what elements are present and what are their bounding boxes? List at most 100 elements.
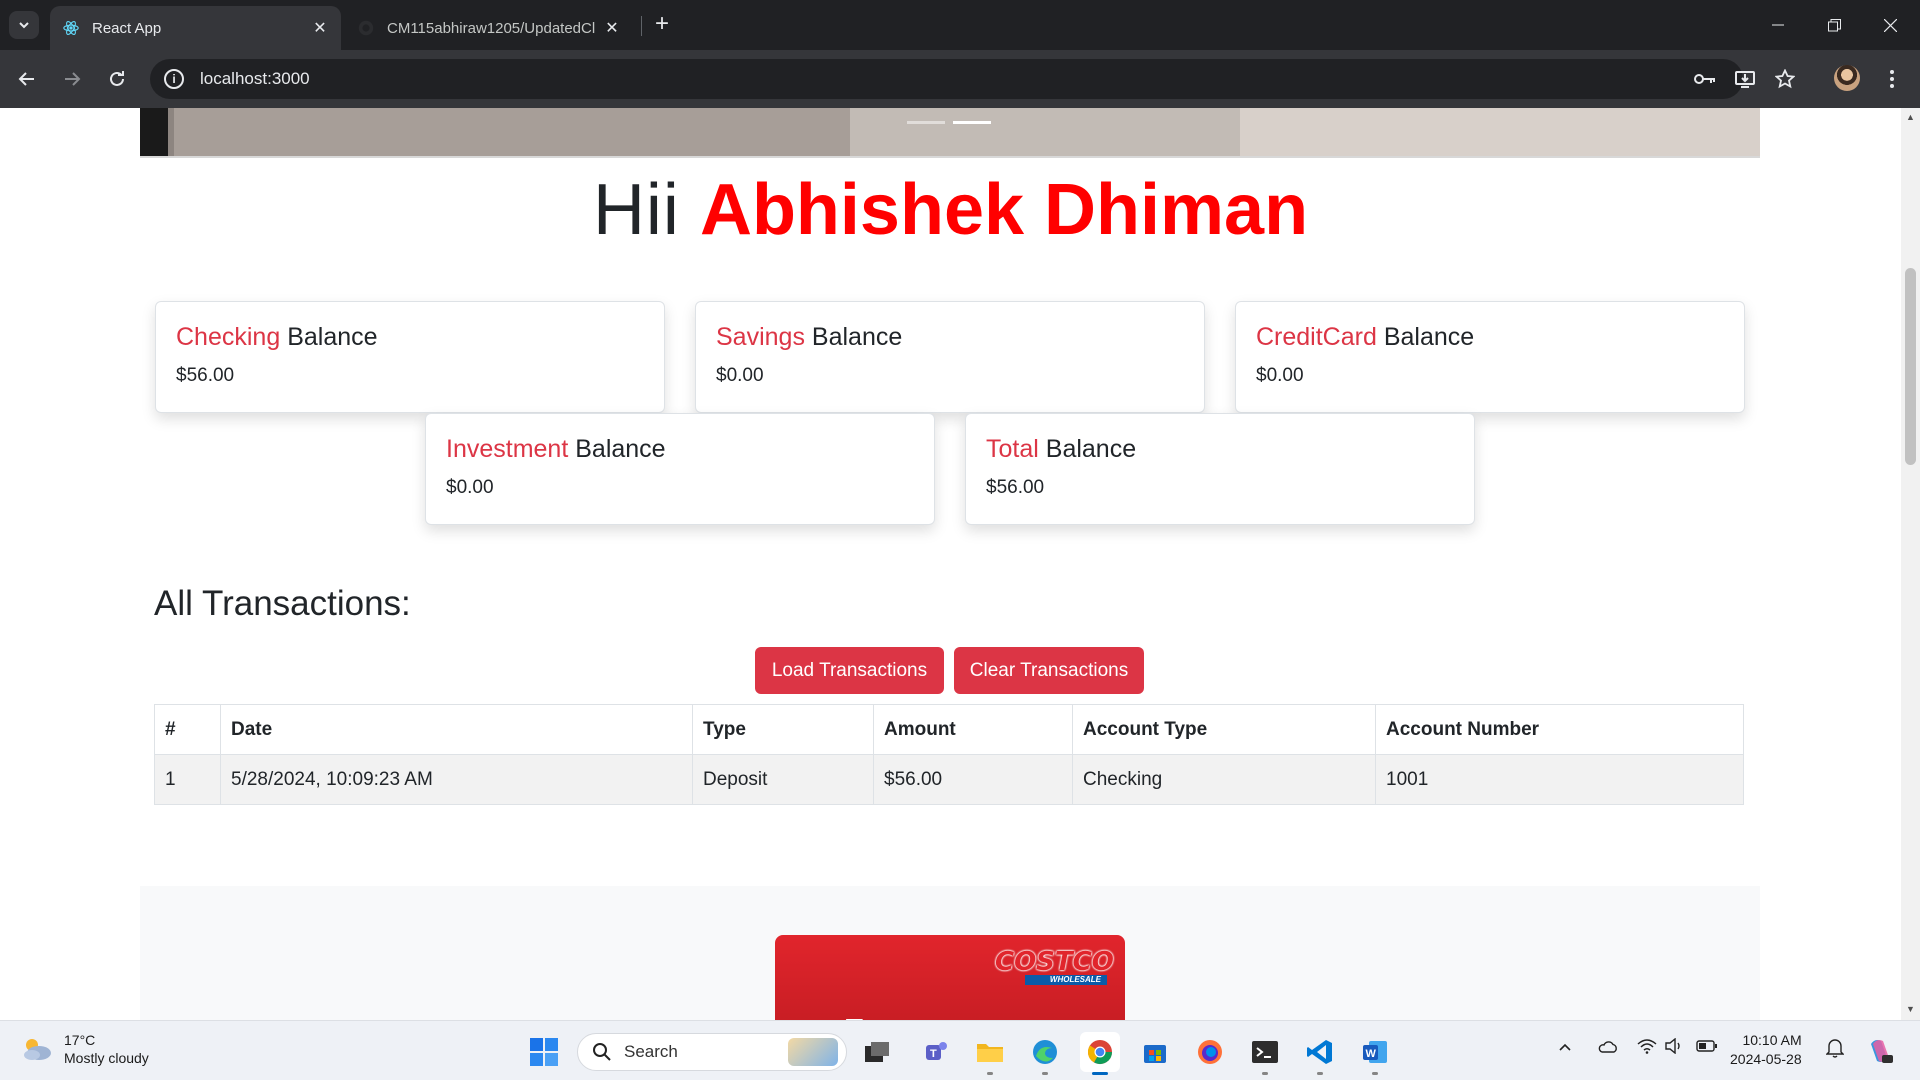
table-header-row: # Date Type Amount Account Type Account … <box>154 704 1744 755</box>
svg-text:T: T <box>930 1048 937 1060</box>
copilot-button[interactable] <box>1860 1031 1900 1071</box>
balance-amount: $0.00 <box>446 477 494 498</box>
transactions-table: # Date Type Amount Account Type Account … <box>154 704 1744 805</box>
tab-separator <box>641 16 642 36</box>
running-indicator <box>987 1072 993 1075</box>
show-hidden-icons-button[interactable] <box>1558 1039 1572 1056</box>
tab-react-app[interactable]: React App ✕ <box>50 6 341 50</box>
word-app[interactable]: W <box>1355 1032 1395 1075</box>
taskbar-search[interactable]: Search <box>577 1033 847 1071</box>
account-name: Savings <box>716 323 805 351</box>
column-header-amount: Amount <box>873 704 1073 755</box>
running-indicator <box>1372 1072 1378 1075</box>
carousel-indicator-active[interactable] <box>953 121 991 124</box>
restore-button[interactable] <box>1806 0 1862 50</box>
close-window-button[interactable] <box>1862 0 1918 50</box>
column-header-index: # <box>154 704 221 755</box>
card-title: Total Balance <box>986 433 1454 465</box>
install-app-button[interactable] <box>1730 64 1760 94</box>
profile-avatar[interactable] <box>1834 65 1860 91</box>
task-view-button[interactable] <box>857 1032 897 1072</box>
tab-github[interactable]: CM115abhiraw1205/UpdatedCl ✕ <box>345 6 633 50</box>
microsoft-store-app[interactable] <box>1135 1032 1175 1072</box>
promo-big-text: shop <box>775 1005 1054 1020</box>
table-row: 1 5/28/2024, 10:09:23 AM Deposit $56.00 … <box>154 754 1744 805</box>
page-viewport: Hii Abhishek Dhiman Checking Balance $56… <box>0 108 1901 1020</box>
close-icon[interactable]: ✕ <box>603 19 621 37</box>
firefox-app[interactable] <box>1190 1032 1230 1072</box>
github-icon <box>358 20 374 36</box>
forward-button[interactable] <box>57 64 87 94</box>
firefox-icon <box>1198 1040 1222 1064</box>
teams-app[interactable]: T <box>916 1032 956 1072</box>
weather-widget[interactable]: 17°C Mostly cloudy <box>20 1031 149 1067</box>
balance-card-checking: Checking Balance $56.00 <box>155 301 665 413</box>
vscode-app[interactable] <box>1300 1032 1340 1075</box>
carousel-indicator[interactable] <box>907 121 945 124</box>
file-explorer-app[interactable] <box>970 1032 1010 1075</box>
scrollbar-thumb[interactable] <box>1905 268 1916 465</box>
clock-date: 2024-05-28 <box>1730 1051 1802 1067</box>
folder-icon <box>977 1044 1003 1062</box>
more-vertical-icon <box>1890 70 1894 88</box>
clear-transactions-button[interactable]: Clear Transactions <box>954 647 1144 694</box>
card-title: Investment Balance <box>446 433 914 465</box>
url-text[interactable]: localhost:3000 <box>200 69 310 89</box>
weather-temp: 17°C <box>64 1032 96 1048</box>
new-tab-button[interactable]: + <box>648 10 676 38</box>
close-icon[interactable]: ✕ <box>311 19 329 37</box>
cloud-icon <box>1598 1041 1617 1053</box>
balance-label: Balance <box>575 435 666 463</box>
page-scrollbar[interactable]: ▲ ▼ <box>1901 108 1920 1020</box>
back-button[interactable] <box>12 64 42 94</box>
chrome-icon <box>1088 1040 1112 1065</box>
start-button[interactable] <box>524 1032 564 1072</box>
scroll-down-icon[interactable]: ▼ <box>1906 1004 1915 1014</box>
volume-tray[interactable] <box>1664 1037 1684 1058</box>
edge-icon <box>1033 1040 1057 1064</box>
balance-card-creditcard: CreditCard Balance $0.00 <box>1235 301 1745 413</box>
address-bar[interactable]: i localhost:3000 <box>150 59 1743 99</box>
user-name: Abhishek Dhiman <box>699 170 1309 250</box>
taskbar-clock[interactable]: 10:10 AM 2024-05-28 <box>1730 1031 1802 1069</box>
close-icon <box>1883 18 1897 32</box>
account-name: Checking <box>176 323 281 351</box>
star-icon <box>1775 69 1795 89</box>
copilot-icon <box>1871 1040 1893 1063</box>
cell-account-number: 1001 <box>1375 754 1744 805</box>
restore-icon <box>1827 18 1841 31</box>
column-header-account-number: Account Number <box>1375 704 1744 755</box>
tab-title: CM115abhiraw1205/UpdatedCl <box>387 19 596 37</box>
edge-app[interactable] <box>1025 1032 1065 1075</box>
tab-search-button[interactable] <box>9 11 39 39</box>
battery-tray[interactable] <box>1696 1039 1718 1056</box>
onedrive-tray[interactable] <box>1598 1040 1618 1058</box>
notifications-button[interactable] <box>1825 1038 1845 1062</box>
running-indicator <box>1042 1072 1048 1075</box>
balance-card-savings: Savings Balance $0.00 <box>695 301 1205 413</box>
bell-icon <box>1825 1039 1845 1058</box>
terminal-app[interactable] <box>1245 1032 1285 1075</box>
arrow-right-icon <box>65 72 81 86</box>
terminal-icon <box>1252 1041 1278 1063</box>
balance-amount: $56.00 <box>986 477 1045 498</box>
balance-card-investment: Investment Balance $0.00 <box>425 413 935 525</box>
account-name: Investment <box>446 435 569 463</box>
wifi-tray[interactable] <box>1637 1038 1657 1058</box>
browser-menu-button[interactable] <box>1877 64 1907 94</box>
reload-button[interactable] <box>102 64 132 94</box>
tab-title: React App <box>92 19 162 37</box>
site-info-icon[interactable]: i <box>164 69 184 89</box>
minimize-button[interactable] <box>1750 0 1806 50</box>
image-carousel[interactable] <box>140 108 1760 156</box>
password-key-button[interactable] <box>1690 64 1720 94</box>
cell-type: Deposit <box>692 754 874 805</box>
scroll-up-icon[interactable]: ▲ <box>1906 112 1915 122</box>
react-icon <box>63 21 79 35</box>
costco-promo-image[interactable]: COSTCO WHOLESALE shop <box>775 935 1125 1020</box>
bookmark-button[interactable] <box>1770 64 1800 94</box>
load-transactions-button[interactable]: Load Transactions <box>755 647 944 694</box>
clock-time: 10:10 AM <box>1742 1032 1802 1048</box>
search-placeholder: Search <box>624 1042 678 1061</box>
chrome-app[interactable] <box>1080 1032 1120 1075</box>
